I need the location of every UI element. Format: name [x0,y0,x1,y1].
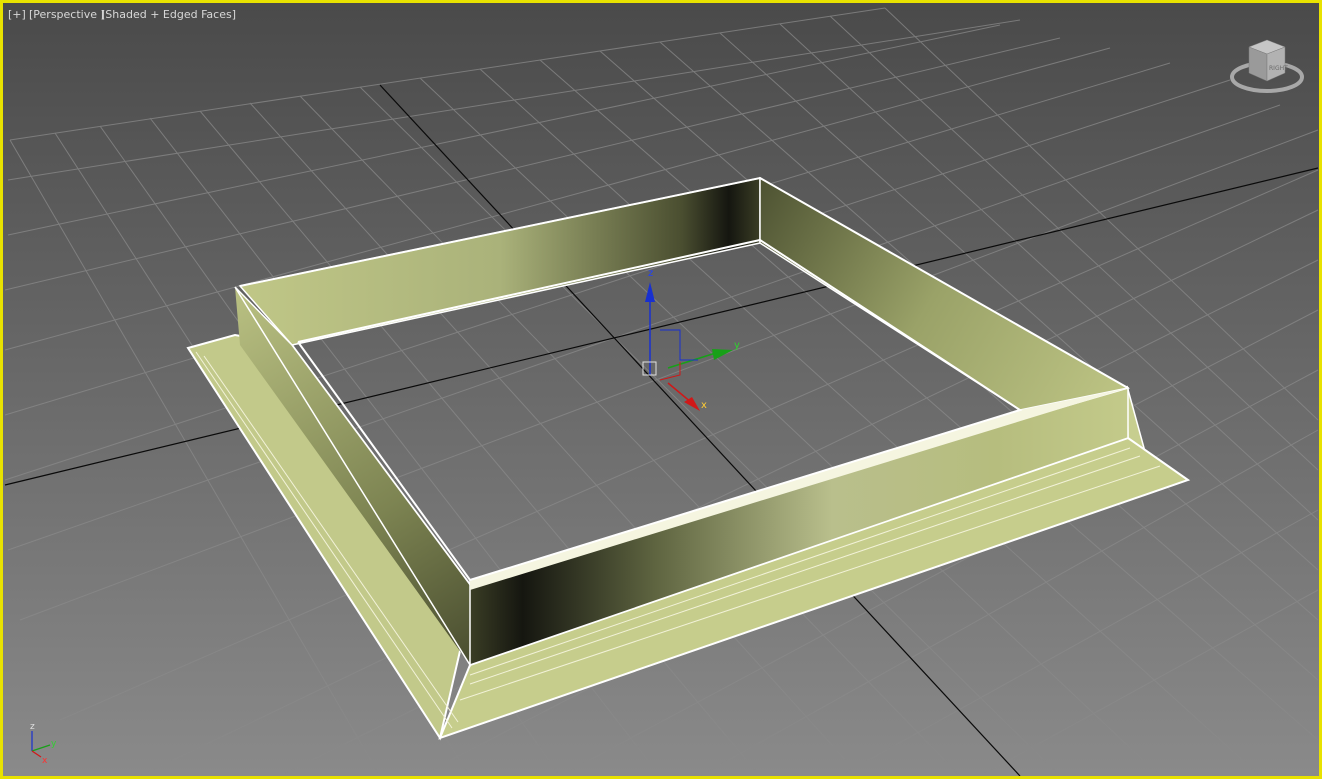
transform-gizmo[interactable]: z y x [642,268,740,411]
scene-canvas[interactable]: z y x [0,0,1322,779]
world-axis-x-label: x [42,756,48,766]
gizmo-x-label: x [701,400,707,411]
viewcube[interactable]: RIGHT [1229,37,1305,99]
world-axis-y-label: y [51,739,57,749]
wall-inner-back [238,177,761,346]
world-axis-tripod: z y x [30,722,57,766]
gizmo-y-arrow[interactable] [712,349,733,360]
viewport-shading-label[interactable]: [Shaded + Edged Faces] [101,8,236,21]
gizmo-y-label: y [734,340,740,351]
world-axis-z-label: z [30,722,35,732]
perspective-viewport[interactable]: z y x [+] [Perspective ] [Shaded + Edged… [0,0,1322,779]
viewport-point-of-view-label[interactable]: [Perspective ] [29,8,105,21]
viewcube-face-label: RIGHT [1269,65,1288,72]
viewport-menu-label[interactable]: [+] [8,8,26,21]
gizmo-z-label: z [648,268,653,279]
